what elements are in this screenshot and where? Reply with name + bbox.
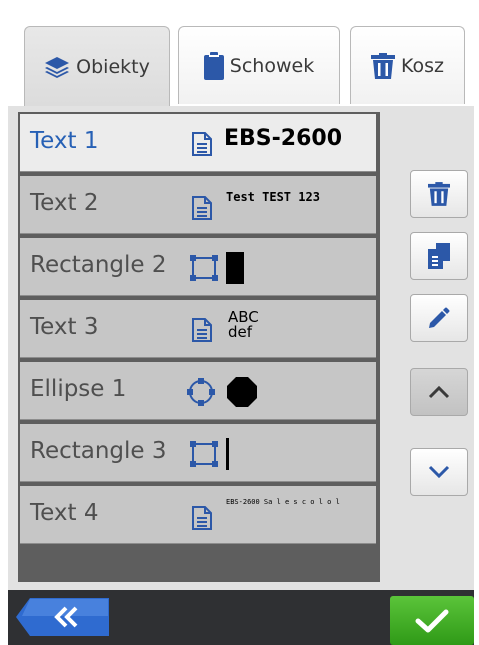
filled-rectangle-preview [226,252,244,284]
move-up-button[interactable] [410,368,468,416]
document-icon [192,506,212,530]
trash-icon [428,182,450,206]
document-icon [192,318,212,342]
list-item-text-4[interactable]: Text 4 EBS-2600 Sa l e s c o l o l [20,486,376,544]
list-item-label: Text 2 [30,190,99,216]
object-preview: ABC def [228,310,259,340]
list-item-ellipse-1[interactable]: Ellipse 1 [20,362,376,420]
object-preview: EBS-2600 [224,126,343,151]
pencil-icon [429,307,450,328]
rectangle-shape-icon [190,255,218,281]
object-list: Text 1 EBS-2600 Text 2 Test TEST 123 Rec… [18,112,380,582]
copy-icon [428,243,450,269]
document-icon [192,132,212,156]
rectangle-shape-icon [190,441,218,467]
preview-line: def [228,323,253,341]
tab-objects[interactable]: Obiekty [24,26,170,106]
tab-trash[interactable]: Kosz [350,26,465,104]
tab-trash-label: Kosz [400,54,444,77]
object-manager-window: Obiekty Schowek Kosz Text 1 EBS-2600 Tex… [8,12,474,645]
chevron-down-icon [428,465,450,479]
back-button[interactable] [16,598,109,636]
bottom-bar [8,590,474,645]
list-item-label: Text 4 [30,500,99,526]
object-preview: EBS-2600 Sa l e s c o l o l [226,498,340,506]
thin-rectangle-preview [226,438,229,470]
tab-clipboard[interactable]: Schowek [178,26,340,104]
list-item-label: Ellipse 1 [30,376,127,402]
list-item-text-2[interactable]: Text 2 Test TEST 123 [20,176,376,234]
list-item-label: Rectangle 2 [30,252,167,278]
chevron-up-icon [428,385,450,399]
object-preview: Test TEST 123 [226,190,320,204]
list-item-label: Text 3 [30,314,99,340]
filled-ellipse-preview [227,377,257,407]
list-item-text-1[interactable]: Text 1 EBS-2600 [20,114,376,172]
check-icon [415,609,449,632]
move-down-button[interactable] [410,448,468,496]
trash-icon [370,52,395,79]
confirm-button[interactable] [390,596,474,645]
clipboard-icon [203,51,224,80]
list-item-text-3[interactable]: Text 3 ABC def [20,300,376,358]
list-item-label: Rectangle 3 [30,438,167,464]
list-item-rectangle-2[interactable]: Rectangle 2 [20,238,376,296]
list-footer [20,548,376,582]
tab-objects-label: Obiekty [76,55,150,78]
list-item-rectangle-3[interactable]: Rectangle 3 [20,424,376,482]
copy-button[interactable] [410,232,468,280]
tab-bar: Obiekty Schowek Kosz [8,12,474,106]
delete-button[interactable] [410,170,468,218]
ellipse-shape-icon [187,378,215,406]
layers-icon [45,56,70,78]
list-item-label: Text 1 [30,128,99,154]
document-icon [192,196,212,220]
edit-button[interactable] [410,294,468,342]
tab-clipboard-label: Schowek [229,54,315,77]
